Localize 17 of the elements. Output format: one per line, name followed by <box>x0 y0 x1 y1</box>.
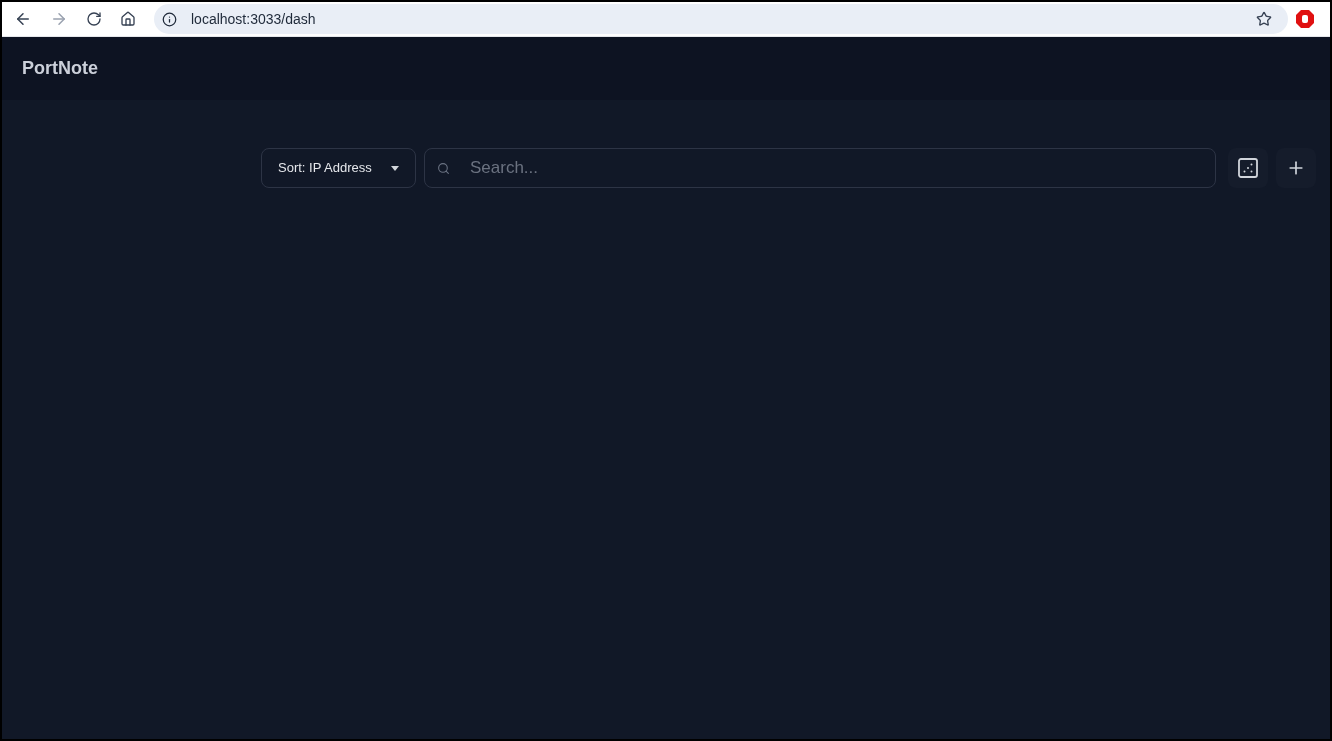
address-bar[interactable]: localhost:3033/dash <box>154 4 1288 34</box>
sort-dropdown[interactable]: Sort: IP Address <box>261 148 416 188</box>
forward-icon[interactable] <box>50 10 68 28</box>
url-text: localhost:3033/dash <box>191 9 316 29</box>
hand-stop-icon[interactable] <box>1296 10 1314 28</box>
search-field[interactable]: Search... <box>424 148 1216 188</box>
dice-icon <box>1238 158 1258 178</box>
add-button[interactable] <box>1276 148 1316 188</box>
caret-icon <box>391 165 399 171</box>
app-title: PortNote <box>22 57 98 80</box>
reload-icon[interactable] <box>86 11 102 27</box>
info-icon[interactable] <box>162 11 177 27</box>
random-button[interactable] <box>1228 148 1268 188</box>
star-icon[interactable] <box>1256 11 1272 27</box>
search-icon <box>437 162 450 175</box>
home-icon[interactable] <box>120 11 136 27</box>
back-icon[interactable] <box>14 10 32 28</box>
